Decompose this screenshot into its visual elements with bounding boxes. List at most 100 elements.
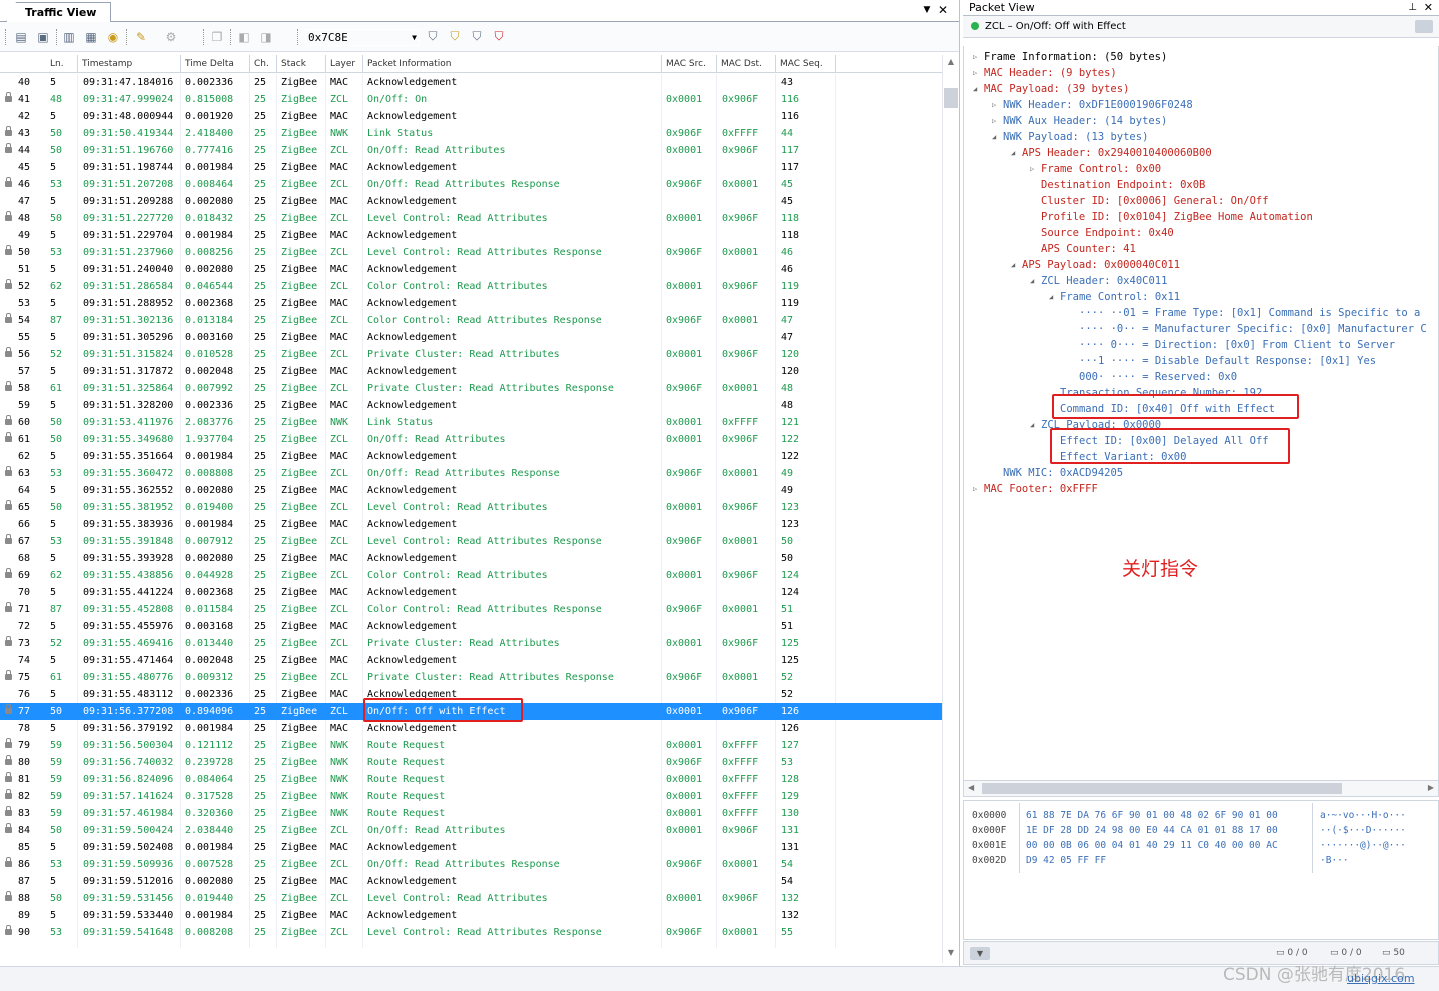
table-row[interactable]: 67 53 09:31:55.391848 0.007912 25 ZigBee ZCL Le… [0, 533, 942, 550]
table-row[interactable]: 79 59 09:31:56.500304 0.121112 25 ZigBee NWK Ro… [0, 737, 942, 754]
table-row[interactable]: 86 53 09:31:59.509936 0.007528 25 ZigBee ZCL On… [0, 856, 942, 873]
table-row[interactable]: 44 50 09:31:51.196760 0.777416 25 ZigBee ZCL On… [0, 142, 942, 159]
tree-node[interactable]: ▷ NWK Aux Header: (14 bytes) [992, 113, 1167, 129]
filter-edit-icon[interactable]: ⛉ [468, 28, 486, 45]
table-row[interactable]: 56 52 09:31:51.315824 0.010528 25 ZigBee ZCL Pr… [0, 346, 942, 363]
scroll-left-icon[interactable]: ◀ [968, 783, 974, 792]
table-row[interactable]: 51 5 09:31:51.240040 0.002080 25 ZigBee MAC Ack… [0, 261, 942, 278]
close-icon[interactable]: ✕ [1424, 0, 1433, 16]
table-row[interactable]: 75 61 09:31:55.480776 0.009312 25 ZigBee ZCL Pr… [0, 669, 942, 686]
column-header[interactable]: Timestamp [78, 55, 181, 73]
table-row[interactable]: 50 53 09:31:51.237960 0.008256 25 ZigBee ZCL Le… [0, 244, 942, 261]
table-row[interactable]: 62 5 09:31:55.351664 0.001984 25 ZigBee MAC Ack… [0, 448, 942, 465]
export-icon[interactable]: ◉ [104, 28, 122, 45]
table-row[interactable]: 72 5 09:31:55.455976 0.003168 25 ZigBee MAC Ack… [0, 618, 942, 635]
column-header[interactable]: MAC Dst. [717, 55, 776, 73]
table-row[interactable]: 55 5 09:31:51.305296 0.003160 25 ZigBee MAC Ack… [0, 329, 942, 346]
settings-icon[interactable]: ⚙ [162, 28, 180, 45]
table-row[interactable]: 48 50 09:31:51.227720 0.018432 25 ZigBee ZCL Le… [0, 210, 942, 227]
list-view-icon[interactable]: ▥ [60, 28, 78, 45]
table-row[interactable]: 43 50 09:31:50.419344 2.418400 25 ZigBee NWK Li… [0, 125, 942, 142]
table-row[interactable]: 71 87 09:31:55.452808 0.011584 25 ZigBee ZCL Co… [0, 601, 942, 618]
collapsed-icon[interactable]: ▷ [1030, 161, 1034, 177]
table-row[interactable]: 58 61 09:31:51.325864 0.007992 25 ZigBee ZCL Pr… [0, 380, 942, 397]
expanded-icon[interactable]: ◢ [1030, 417, 1034, 433]
table-row[interactable]: 41 48 09:31:47.999024 0.815008 25 ZigBee ZCL On… [0, 91, 942, 108]
tree-node[interactable]: ▷ Frame Control: 0x00 [1030, 161, 1161, 177]
table-row[interactable]: 46 53 09:31:51.207208 0.008464 25 ZigBee ZCL On… [0, 176, 942, 193]
expanded-icon[interactable]: ◢ [1011, 257, 1015, 273]
tree-node[interactable]: APS Counter: 41 [1041, 241, 1136, 257]
collapsed-icon[interactable]: ▷ [973, 49, 977, 65]
table-row[interactable]: 53 5 09:31:51.288952 0.002368 25 ZigBee MAC Ack… [0, 295, 942, 312]
expanded-icon[interactable]: ◢ [1049, 289, 1053, 305]
scrollbar-thumb[interactable] [982, 783, 1342, 794]
scroll-down-icon[interactable]: ▼ [943, 948, 959, 962]
table-row[interactable]: 89 5 09:31:59.533440 0.001984 25 ZigBee MAC Ack… [0, 907, 942, 924]
copy-icon[interactable]: ❐ [208, 28, 226, 45]
traffic-vertical-scrollbar[interactable]: ▲ ▼ [942, 55, 959, 963]
collapsed-icon[interactable]: ▷ [973, 481, 977, 497]
new-file-icon[interactable]: ▤ [12, 28, 30, 45]
scrollbar-thumb[interactable] [944, 88, 958, 108]
close-icon[interactable]: ✕ [936, 3, 950, 17]
tree-node[interactable]: ▷ Frame Information: (50 bytes) [973, 49, 1167, 65]
table-row[interactable]: 54 87 09:31:51.302136 0.013184 25 ZigBee ZCL Co… [0, 312, 942, 329]
table-row[interactable]: 68 5 09:31:55.393928 0.002080 25 ZigBee MAC Ack… [0, 550, 942, 567]
tree-horizontal-scrollbar[interactable]: ◀ ▶ [963, 780, 1439, 797]
tree-node[interactable]: ◢ ZCL Header: 0x40C011 [1030, 273, 1167, 289]
column-header[interactable]: Stack [277, 55, 326, 73]
table-row[interactable]: 88 50 09:31:59.531456 0.019440 25 ZigBee ZCL Le… [0, 890, 942, 907]
tree-node[interactable]: ◢ NWK Payload: (13 bytes) [992, 129, 1148, 145]
tree-node[interactable]: ◢ APS Header: 0x2940010400060B00 [1011, 145, 1212, 161]
table-row[interactable]: 78 5 09:31:56.379192 0.001984 25 ZigBee MAC Ack… [0, 720, 942, 737]
tree-node[interactable]: ◢ MAC Payload: (39 bytes) [973, 81, 1129, 97]
traffic-view-tab[interactable]: Traffic View [6, 2, 112, 22]
table-row[interactable]: 60 50 09:31:53.411976 2.083776 25 ZigBee NWK Li… [0, 414, 942, 431]
scroll-up-icon[interactable]: ▲ [943, 57, 959, 71]
tree-node[interactable]: ▷ NWK Header: 0xDF1E0001906F0248 [992, 97, 1193, 113]
back-icon[interactable]: ◧ [235, 28, 253, 45]
table-row[interactable]: 42 5 09:31:48.000944 0.001920 25 ZigBee MAC Ack… [0, 108, 942, 125]
tree-node[interactable]: NWK MIC: 0xACD94205 [1003, 465, 1123, 481]
table-row[interactable]: 73 52 09:31:55.469416 0.013440 25 ZigBee ZCL Pr… [0, 635, 942, 652]
table-row[interactable]: 66 5 09:31:55.383936 0.001984 25 ZigBee MAC Ack… [0, 516, 942, 533]
table-row[interactable]: 74 5 09:31:55.471464 0.002048 25 ZigBee MAC Ack… [0, 652, 942, 669]
table-row[interactable]: 61 50 09:31:55.349680 1.937704 25 ZigBee ZCL On… [0, 431, 942, 448]
table-row[interactable]: 82 59 09:31:57.141624 0.317528 25 ZigBee NWK Ro… [0, 788, 942, 805]
tree-node[interactable]: Profile ID: [0x0104] ZigBee Home Automat… [1041, 209, 1313, 225]
table-row[interactable]: 65 50 09:31:55.381952 0.019400 25 ZigBee ZCL Le… [0, 499, 942, 516]
lock-icon[interactable] [1415, 20, 1433, 33]
table-row[interactable]: 81 59 09:31:56.824096 0.084064 25 ZigBee NWK Ro… [0, 771, 942, 788]
column-header[interactable]: Time Delta [181, 55, 250, 73]
table-row[interactable]: 80 59 09:31:56.740032 0.239728 25 ZigBee NWK Ro… [0, 754, 942, 771]
filter-add-icon[interactable]: ⛉ [446, 28, 464, 45]
table-row[interactable]: 49 5 09:31:51.229704 0.001984 25 ZigBee MAC Ack… [0, 227, 942, 244]
table-row[interactable]: 90 53 09:31:59.541648 0.008208 25 ZigBee ZCL Le… [0, 924, 942, 941]
tree-node[interactable]: Destination Endpoint: 0x0B [1041, 177, 1205, 193]
expanded-icon[interactable]: ◢ [992, 129, 996, 145]
table-row[interactable]: 85 5 09:31:59.502408 0.001984 25 ZigBee MAC Ack… [0, 839, 942, 856]
table-row[interactable]: 69 62 09:31:55.438856 0.044928 25 ZigBee ZCL Co… [0, 567, 942, 584]
collapsed-icon[interactable]: ▷ [973, 65, 977, 81]
forward-icon[interactable]: ◨ [257, 28, 275, 45]
tree-node[interactable]: ···1 ···· = Disable Default Response: [0… [1079, 353, 1376, 369]
filter-icon[interactable]: ⛉ [424, 28, 442, 45]
chevron-down-icon[interactable]: ▼ [920, 5, 934, 15]
collapsed-icon[interactable]: ▷ [992, 113, 996, 129]
highlight-icon[interactable]: ✎ [132, 28, 150, 45]
table-row[interactable]: 87 5 09:31:59.512016 0.002080 25 ZigBee MAC Ack… [0, 873, 942, 890]
tree-node[interactable]: ···· 0··· = Direction: [0x0] From Client… [1079, 337, 1395, 353]
tree-node[interactable]: ···· ·0·· = Manufacturer Specific: [0x0]… [1079, 321, 1427, 337]
chevron-down-icon[interactable]: ▼ [970, 947, 990, 960]
expanded-icon[interactable]: ◢ [1011, 145, 1015, 161]
expanded-icon[interactable]: ◢ [1030, 273, 1034, 289]
table-row[interactable]: 63 53 09:31:55.360472 0.008808 25 ZigBee ZCL On… [0, 465, 942, 482]
tree-node[interactable]: Source Endpoint: 0x40 [1041, 225, 1174, 241]
table-row[interactable]: 57 5 09:31:51.317872 0.002048 25 ZigBee MAC Ack… [0, 363, 942, 380]
tree-node[interactable]: Cluster ID: [0x0006] General: On/Off [1041, 193, 1269, 209]
expanded-icon[interactable]: ◢ [973, 81, 977, 97]
column-header[interactable]: Packet Information [363, 55, 662, 73]
scroll-right-icon[interactable]: ▶ [1428, 783, 1434, 792]
tree-node[interactable]: ▷ MAC Footer: 0xFFFF [973, 481, 1098, 497]
